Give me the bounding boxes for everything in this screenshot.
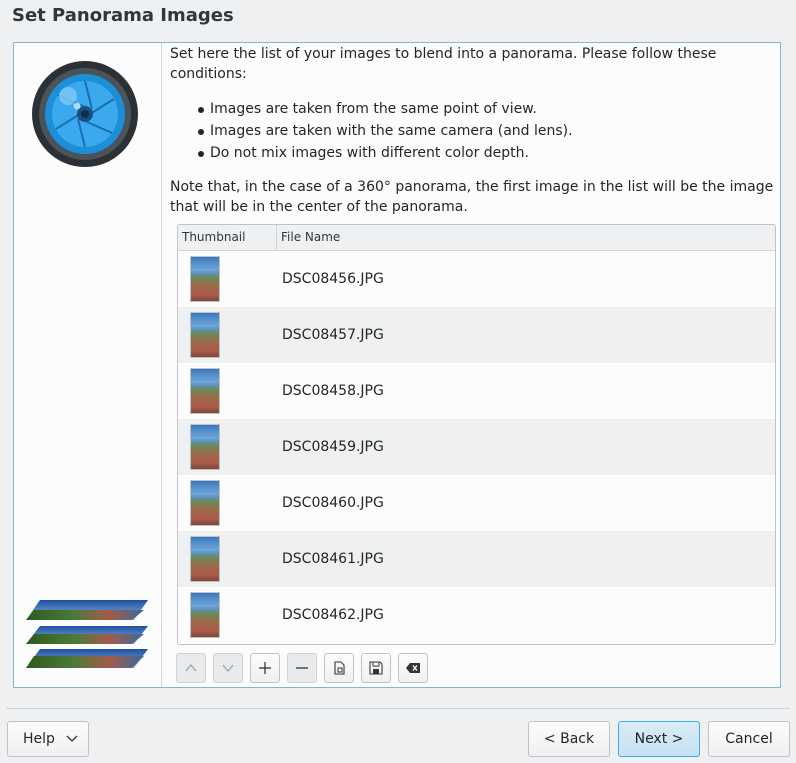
table-row[interactable]: DSC08459.JPG bbox=[178, 419, 775, 475]
column-header-thumbnail[interactable]: Thumbnail bbox=[178, 225, 277, 250]
image-thumbnail bbox=[190, 424, 220, 470]
list-toolbar bbox=[176, 653, 428, 683]
remove-image-button[interactable] bbox=[287, 653, 317, 683]
help-button[interactable]: Help bbox=[7, 721, 89, 757]
note-text: Note that, in the case of a 360° panoram… bbox=[170, 179, 774, 215]
plus-icon bbox=[259, 662, 271, 674]
table-row[interactable]: DSC08456.JPG bbox=[178, 251, 775, 307]
file-name: DSC08457.JPG bbox=[282, 327, 384, 343]
table-body: DSC08456.JPG DSC08457.JPG DSC08458.JPG D… bbox=[178, 251, 775, 643]
table-row[interactable]: DSC08461.JPG bbox=[178, 531, 775, 587]
file-name: DSC08461.JPG bbox=[282, 551, 384, 567]
table-row[interactable]: DSC08460.JPG bbox=[178, 475, 775, 531]
minus-icon bbox=[296, 667, 308, 669]
cancel-button[interactable]: Cancel bbox=[708, 721, 790, 757]
wizard-content: Set here the list of your images to blen… bbox=[170, 43, 780, 687]
table-row[interactable]: DSC08462.JPG bbox=[178, 587, 775, 643]
next-button[interactable]: Next > bbox=[618, 721, 700, 757]
table-header: Thumbnail File Name bbox=[178, 225, 775, 251]
button-separator bbox=[6, 708, 790, 709]
bullet-icon bbox=[198, 129, 204, 135]
conditions-list: Images are taken from the same point of … bbox=[198, 98, 573, 164]
image-thumbnail bbox=[190, 312, 220, 358]
floppy-icon bbox=[369, 661, 383, 675]
document-open-icon bbox=[334, 661, 345, 675]
column-header-file-name[interactable]: File Name bbox=[277, 225, 775, 250]
wizard-page-frame: Set here the list of your images to blen… bbox=[13, 42, 781, 688]
file-name: DSC08456.JPG bbox=[282, 271, 384, 287]
intro-text: Set here the list of your images to blen… bbox=[170, 46, 717, 82]
bullet-icon bbox=[198, 107, 204, 113]
save-list-button[interactable] bbox=[361, 653, 391, 683]
file-name: DSC08462.JPG bbox=[282, 607, 384, 623]
panorama-layers-icon bbox=[26, 600, 148, 668]
wizard-side-panel bbox=[14, 43, 162, 687]
bullet-icon bbox=[198, 151, 204, 157]
file-name: DSC08460.JPG bbox=[282, 495, 384, 511]
chevron-down-icon bbox=[66, 735, 78, 742]
image-list-table[interactable]: Thumbnail File Name DSC08456.JPG DSC0845… bbox=[177, 224, 776, 645]
clear-list-icon bbox=[406, 663, 420, 673]
table-row[interactable]: DSC08457.JPG bbox=[178, 307, 775, 363]
move-down-button[interactable] bbox=[213, 653, 243, 683]
file-name: DSC08458.JPG bbox=[282, 383, 384, 399]
condition-item: Images are taken with the same camera (a… bbox=[198, 120, 573, 142]
clear-list-button[interactable] bbox=[398, 653, 428, 683]
file-name: DSC08459.JPG bbox=[282, 439, 384, 455]
move-up-button[interactable] bbox=[176, 653, 206, 683]
add-image-button[interactable] bbox=[250, 653, 280, 683]
image-thumbnail bbox=[190, 256, 220, 302]
arrow-up-icon bbox=[185, 663, 197, 672]
image-thumbnail bbox=[190, 592, 220, 638]
panorama-camera-lens-icon bbox=[32, 61, 138, 167]
condition-item: Do not mix images with different color d… bbox=[198, 142, 573, 164]
image-thumbnail bbox=[190, 368, 220, 414]
arrow-down-icon bbox=[222, 664, 234, 673]
back-button[interactable]: < Back bbox=[528, 721, 610, 757]
table-row[interactable]: DSC08458.JPG bbox=[178, 363, 775, 419]
page-title: Set Panorama Images bbox=[12, 5, 234, 26]
image-thumbnail bbox=[190, 536, 220, 582]
load-list-button[interactable] bbox=[324, 653, 354, 683]
image-thumbnail bbox=[190, 480, 220, 526]
condition-item: Images are taken from the same point of … bbox=[198, 98, 573, 120]
